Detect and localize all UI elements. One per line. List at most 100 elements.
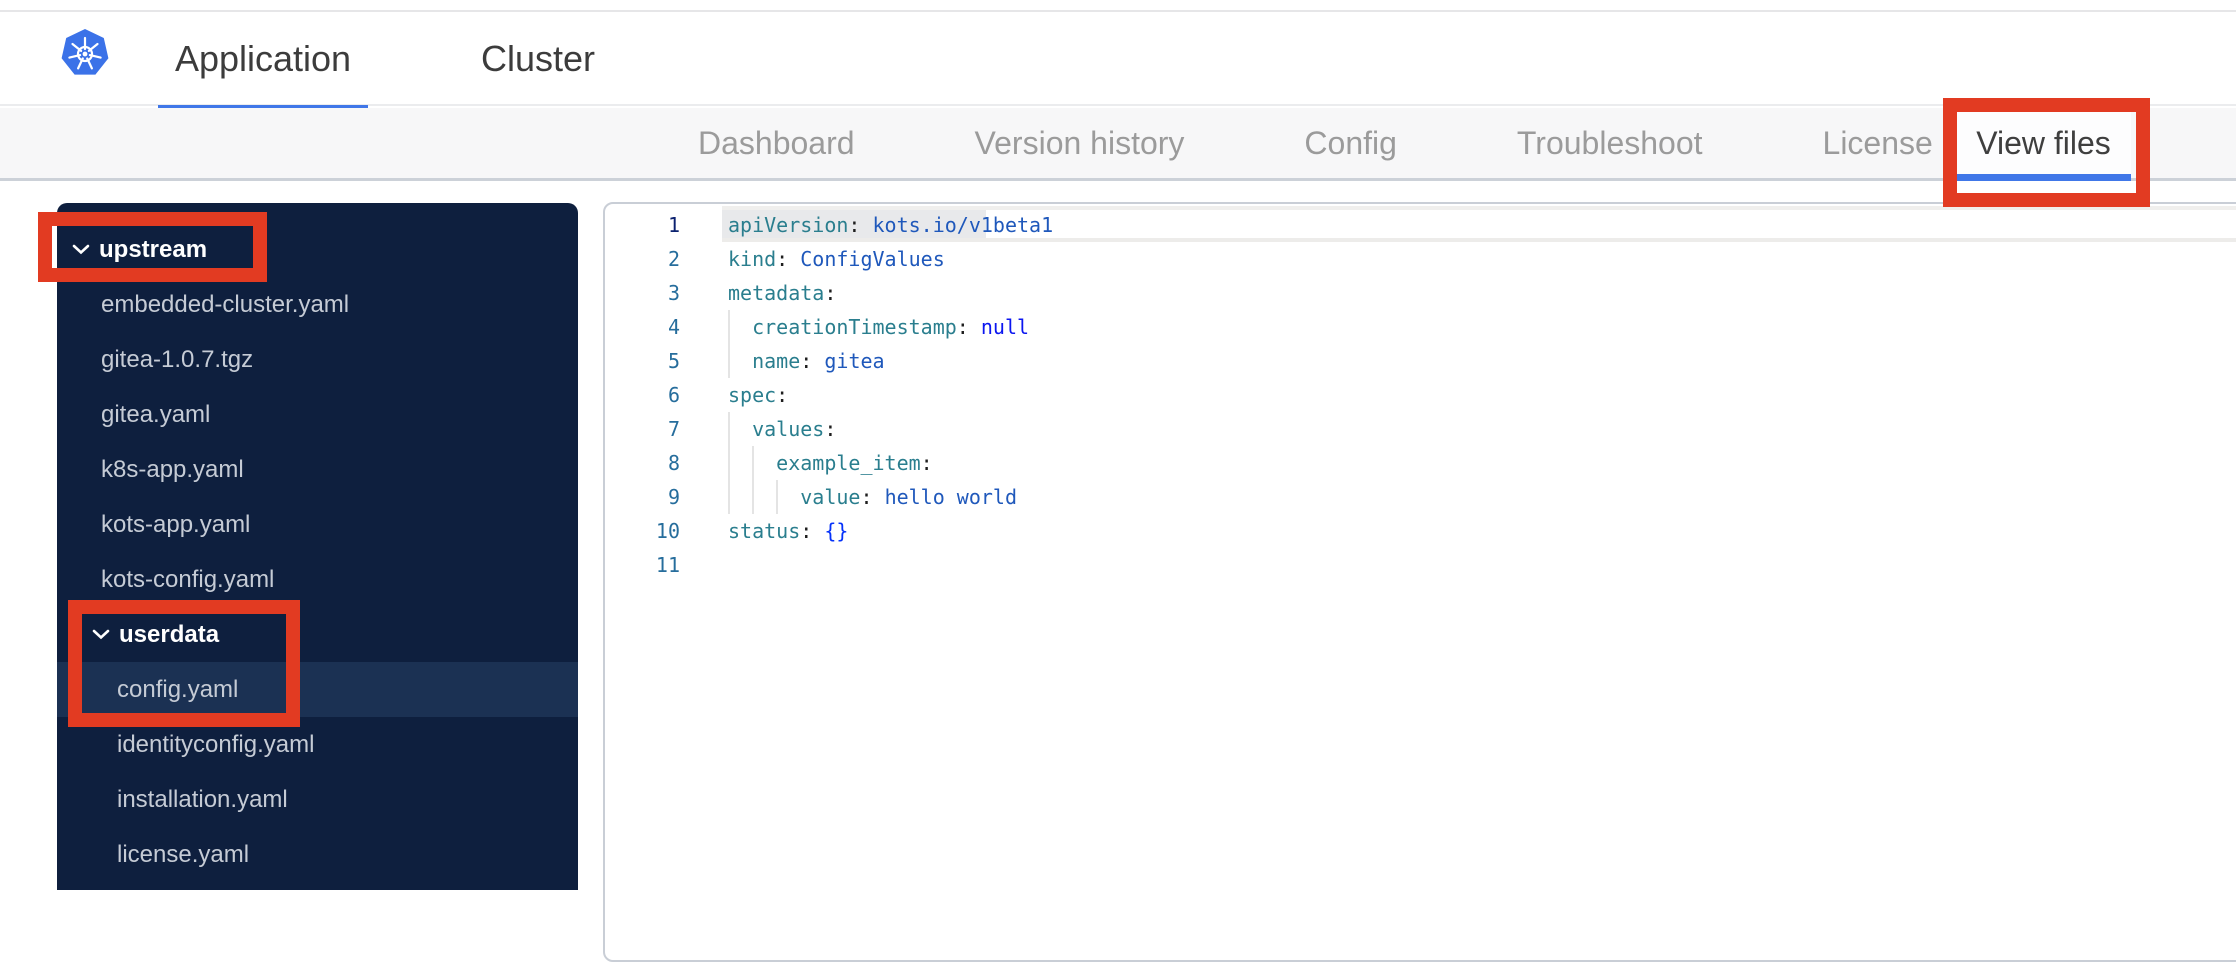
code-line-text: value: hello world	[728, 480, 1017, 514]
token-p: :	[920, 451, 933, 475]
token-key: status	[728, 519, 801, 543]
token-p: :	[848, 213, 873, 237]
code-line-11[interactable]: 11	[605, 548, 2236, 582]
tree-file-license.yaml[interactable]: license.yaml	[57, 827, 578, 882]
token-val: hello world	[884, 485, 1018, 509]
code-line-text: creationTimestamp: null	[728, 310, 1029, 344]
tree-item-label: gitea-1.0.7.tgz	[101, 345, 254, 373]
line-number: 8	[667, 451, 680, 475]
tree-file-k8s-app.yaml[interactable]: k8s-app.yaml	[57, 442, 578, 497]
tree-item-label: config.yaml	[117, 675, 239, 703]
token-p: :	[824, 281, 837, 305]
token-p: :	[824, 417, 837, 441]
tree-item-label: license.yaml	[117, 840, 250, 868]
token-ws	[728, 451, 776, 475]
code-line-text: kind: ConfigValues	[728, 242, 945, 276]
tree-item-label: installation.yaml	[117, 785, 288, 813]
top-nav-bar: Application Cluster Management	[0, 0, 2236, 173]
chevron-down-icon	[72, 244, 90, 255]
top-nav-tabs: Application Cluster Management	[158, 12, 688, 173]
tree-item-label: upstream	[99, 235, 208, 263]
token-val: kots.io/v1beta1	[872, 213, 1054, 237]
token-val: gitea	[824, 349, 885, 373]
line-number: 9	[667, 485, 680, 509]
chevron-down-icon	[92, 629, 110, 640]
code-editor[interactable]: 1 apiVersion: kots.io/v1beta1 2 kind: Confi…	[603, 202, 2236, 962]
tree-file-gitea.yaml[interactable]: gitea.yaml	[57, 387, 578, 442]
token-br: {}	[824, 519, 849, 543]
token-key: values	[752, 417, 825, 441]
code-line-8[interactable]: 8 example_item:	[605, 446, 2236, 480]
code-line-text: spec:	[728, 378, 788, 412]
token-key: kind	[728, 247, 777, 271]
token-p: :	[776, 383, 789, 407]
top-tab-application[interactable]: Application	[158, 12, 368, 112]
tab-config[interactable]: Config	[1304, 108, 1397, 178]
line-number: 6	[667, 383, 680, 407]
code-line-4[interactable]: 4 creationTimestamp: null	[605, 310, 2236, 344]
top-tab-cluster-management[interactable]: Cluster Management	[388, 12, 688, 173]
code-line-5[interactable]: 5 name: gitea	[605, 344, 2236, 378]
token-val: ConfigValues	[800, 247, 945, 271]
tab-version-history[interactable]: Version history	[975, 108, 1185, 178]
tree-item-label: identityconfig.yaml	[117, 730, 315, 758]
token-key: apiVersion	[728, 213, 849, 237]
token-ws	[728, 485, 800, 509]
tree-file-gitea-1.0.7.tgz[interactable]: gitea-1.0.7.tgz	[57, 332, 578, 387]
tab-view-files[interactable]: View files	[1956, 110, 2131, 181]
line-number: 4	[667, 315, 680, 339]
line-number: 2	[667, 247, 680, 271]
tree-folder-upstream[interactable]: upstream	[57, 222, 578, 277]
code-line-3[interactable]: 3 metadata:	[605, 276, 2236, 310]
tree-item-label: userdata	[119, 620, 220, 648]
tree-folder-userdata[interactable]: userdata	[57, 607, 578, 662]
code-line-6[interactable]: 6 spec:	[605, 378, 2236, 412]
line-number: 10	[655, 519, 680, 543]
tab-license[interactable]: License	[1823, 108, 1933, 178]
token-key: metadata	[728, 281, 825, 305]
tree-item-label: k8s-app.yaml	[101, 455, 244, 483]
code-line-7[interactable]: 7 values:	[605, 412, 2236, 446]
token-key: example_item	[776, 451, 921, 475]
code-line-text: status: {}	[728, 514, 848, 548]
tree-file-embedded-cluster.yaml[interactable]: embedded-cluster.yaml	[57, 277, 578, 332]
token-key: spec	[728, 383, 777, 407]
tree-file-installation.yaml[interactable]: installation.yaml	[57, 772, 578, 827]
token-key: value	[800, 485, 861, 509]
token-ws	[728, 417, 752, 441]
token-key: creationTimestamp	[752, 315, 957, 339]
code-line-text: values:	[728, 412, 836, 446]
line-number: 3	[667, 281, 680, 305]
top-tab-label: Application	[174, 38, 352, 79]
code-line-2[interactable]: 2 kind: ConfigValues	[605, 242, 2236, 276]
app-tabs: Dashboard Version history Config Troublesho…	[698, 108, 1933, 178]
token-key: name	[752, 349, 801, 373]
tree-item-label: kots-config.yaml	[101, 565, 275, 593]
code-line-9[interactable]: 9 value: hello world	[605, 480, 2236, 514]
tree-file-kots-config.yaml[interactable]: kots-config.yaml	[57, 552, 578, 607]
tree-file-identityconfig.yaml[interactable]: identityconfig.yaml	[57, 717, 578, 772]
token-p: :	[800, 349, 825, 373]
tree-file-config.yaml[interactable]: config.yaml	[57, 662, 578, 717]
tree-file-kots-app.yaml[interactable]: kots-app.yaml	[57, 497, 578, 552]
code-editor-content: 1 apiVersion: kots.io/v1beta1 2 kind: Confi…	[605, 204, 2236, 960]
tab-troubleshoot[interactable]: Troubleshoot	[1517, 108, 1703, 178]
code-line-10[interactable]: 10 status: {}	[605, 514, 2236, 548]
code-line-1[interactable]: 1 apiVersion: kots.io/v1beta1	[605, 208, 2236, 242]
code-line-text: metadata:	[728, 276, 836, 310]
tab-dashboard[interactable]: Dashboard	[698, 108, 855, 178]
code-line-text: name: gitea	[728, 344, 885, 378]
token-ws	[728, 315, 752, 339]
token-p: :	[956, 315, 981, 339]
line-number: 5	[667, 349, 680, 373]
tree-item-label: kots-app.yaml	[101, 510, 251, 538]
kubernetes-logo-icon	[60, 26, 110, 80]
line-number: 1	[667, 213, 680, 237]
token-p: :	[776, 247, 801, 271]
tree-item-label: embedded-cluster.yaml	[101, 290, 350, 318]
tree-item-label: gitea.yaml	[101, 400, 211, 428]
token-p: :	[860, 485, 885, 509]
line-number: 7	[667, 417, 680, 441]
token-p: :	[800, 519, 825, 543]
file-tree-sidebar: upstream embedded-cluster.yaml gitea-1.0.7…	[57, 203, 578, 890]
